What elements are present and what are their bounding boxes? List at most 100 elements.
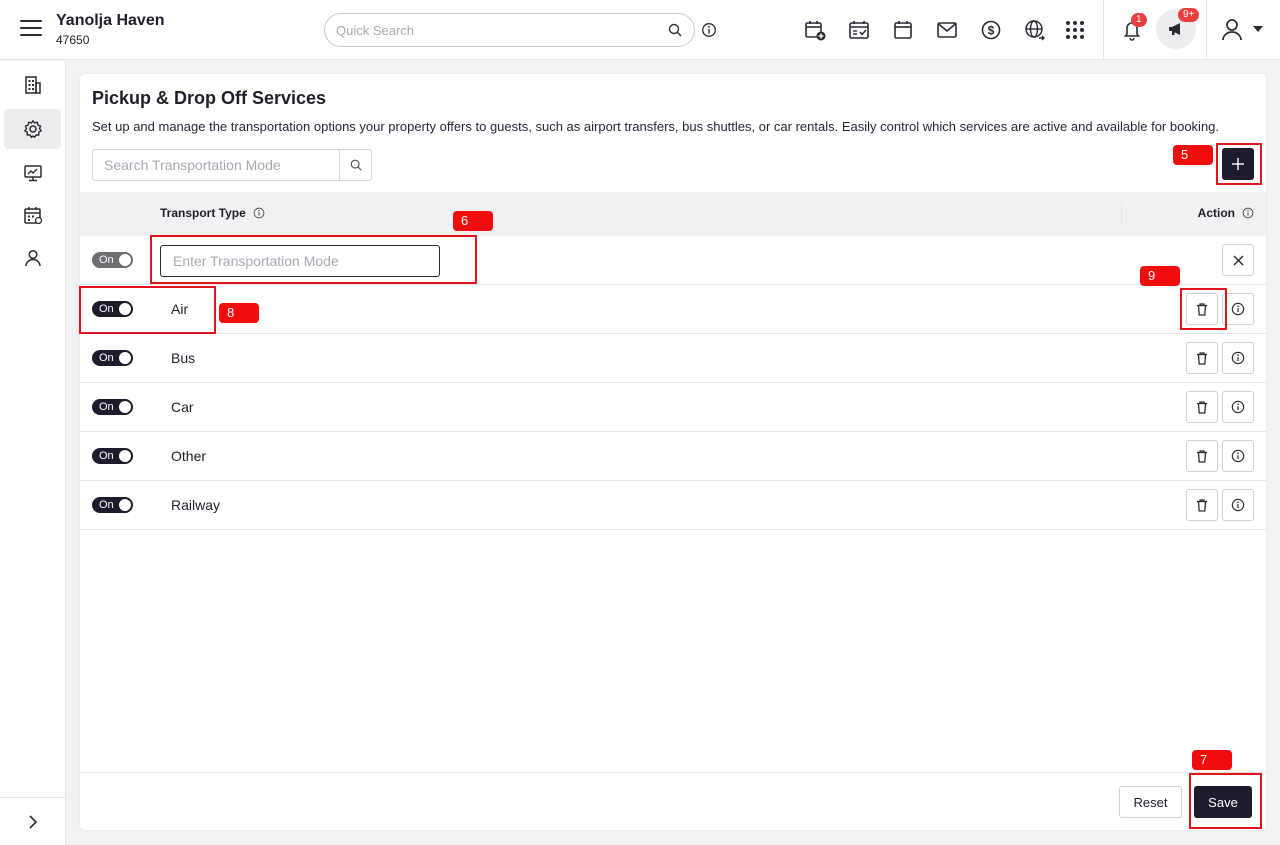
notifications-button[interactable]: 1 — [1120, 13, 1147, 42]
info-button[interactable] — [1222, 440, 1254, 472]
column-header-transport-type: Transport Type — [160, 206, 265, 220]
delete-button[interactable] — [1186, 293, 1218, 325]
close-icon — [1233, 255, 1243, 265]
search-icon[interactable] — [668, 23, 682, 37]
sidebar-item-settings[interactable] — [4, 109, 61, 149]
column-divider — [1121, 202, 1122, 226]
toggle-label: On — [99, 352, 114, 364]
toggle-label: On — [99, 401, 114, 413]
toggle-label: On — [99, 303, 114, 315]
toggle-label: On — [99, 254, 114, 266]
globe-sync-icon[interactable] — [1023, 18, 1047, 42]
calendar-grid-icon — [23, 207, 42, 225]
delete-button[interactable] — [1186, 391, 1218, 423]
new-transport-row: On — [80, 236, 1266, 285]
toggle-knob — [119, 450, 131, 462]
top-bar: Yanolja Haven 47650 $ 1 9+ — [0, 0, 1280, 60]
cancel-button[interactable] — [1222, 244, 1254, 276]
info-icon[interactable] — [701, 22, 717, 38]
transport-search — [92, 149, 372, 181]
transport-search-button[interactable] — [339, 150, 371, 180]
quick-search-input[interactable] — [325, 14, 645, 46]
toggle-knob — [119, 254, 131, 266]
add-booking-calendar-icon[interactable] — [803, 18, 827, 42]
info-button[interactable] — [1222, 293, 1254, 325]
status-toggle[interactable]: On — [92, 252, 133, 268]
save-button[interactable]: Save — [1194, 786, 1252, 818]
column-label: Action — [1197, 206, 1235, 220]
reset-button[interactable]: Reset — [1119, 786, 1182, 818]
user-menu[interactable] — [1220, 17, 1268, 43]
user-icon — [24, 249, 41, 267]
page-description: Set up and manage the transportation opt… — [92, 119, 1220, 134]
table-row: On Railway — [80, 481, 1266, 530]
info-icon — [1231, 498, 1245, 512]
transport-mode-input[interactable] — [160, 245, 440, 277]
transport-type-name: Other — [171, 448, 207, 464]
info-icon — [1231, 302, 1245, 316]
sidebar-item-property[interactable] — [4, 65, 61, 105]
calendar-check-icon[interactable] — [847, 18, 871, 42]
toggle-label: On — [99, 499, 114, 511]
calendar-icon[interactable] — [891, 18, 915, 42]
transport-type-name: Car — [171, 399, 194, 415]
status-toggle[interactable]: On — [92, 448, 133, 464]
toggle-knob — [119, 352, 131, 364]
status-toggle[interactable]: On — [92, 301, 133, 317]
property-code: 47650 — [56, 33, 90, 47]
info-icon[interactable] — [1242, 207, 1254, 219]
quick-search — [324, 13, 695, 47]
info-button[interactable] — [1222, 489, 1254, 521]
dollar-icon[interactable]: $ — [979, 18, 1003, 42]
transport-type-name: Air — [171, 301, 189, 317]
status-toggle[interactable]: On — [92, 497, 133, 513]
trash-icon — [1197, 449, 1207, 463]
card-footer: Reset Save — [80, 772, 1266, 830]
caret-down-icon — [1253, 26, 1263, 32]
user-icon — [1222, 19, 1242, 41]
info-button[interactable] — [1222, 391, 1254, 423]
property-info: Yanolja Haven 47650 — [56, 12, 165, 47]
table-row: On Car — [80, 383, 1266, 432]
sidebar — [0, 61, 66, 845]
info-icon — [1231, 400, 1245, 414]
info-button[interactable] — [1222, 342, 1254, 374]
table-row: On Bus — [80, 334, 1266, 383]
building-icon — [24, 76, 41, 94]
sidebar-item-calendar[interactable] — [4, 195, 61, 235]
chevron-right-icon — [29, 814, 38, 829]
announcement-badge: 9+ — [1178, 8, 1200, 22]
sidebar-expand-button[interactable] — [0, 797, 66, 845]
search-icon — [350, 159, 362, 171]
status-toggle[interactable]: On — [92, 399, 133, 415]
divider — [1103, 0, 1104, 60]
apps-grid-icon[interactable] — [1063, 18, 1087, 42]
status-toggle[interactable]: On — [92, 350, 133, 366]
menu-icon[interactable] — [20, 20, 42, 38]
sidebar-item-users[interactable] — [4, 238, 61, 278]
table-row: On Other — [80, 432, 1266, 481]
divider — [1206, 0, 1207, 60]
trash-icon — [1197, 498, 1207, 512]
table-header: Transport Type Action — [80, 192, 1266, 236]
delete-button[interactable] — [1186, 489, 1218, 521]
toggle-knob — [119, 303, 131, 315]
page-title: Pickup & Drop Off Services — [92, 88, 327, 108]
transport-search-input[interactable] — [93, 150, 339, 180]
info-icon — [1231, 351, 1245, 365]
toggle-label: On — [99, 450, 114, 462]
add-transport-button[interactable] — [1222, 148, 1254, 180]
annotation-tag: 5 — [1173, 145, 1213, 165]
announcements-button[interactable]: 9+ — [1156, 8, 1200, 49]
trash-icon — [1197, 400, 1207, 414]
delete-button[interactable] — [1186, 440, 1218, 472]
column-header-action: Action — [1198, 206, 1254, 220]
svg-text:$: $ — [988, 24, 995, 38]
delete-button[interactable] — [1186, 342, 1218, 374]
mail-icon[interactable] — [935, 18, 959, 42]
trash-icon — [1197, 351, 1207, 365]
property-name: Yanolja Haven — [56, 12, 165, 29]
sidebar-item-monitor[interactable] — [4, 153, 61, 193]
annotation-tag: 7 — [1192, 750, 1232, 770]
info-icon[interactable] — [253, 207, 265, 219]
